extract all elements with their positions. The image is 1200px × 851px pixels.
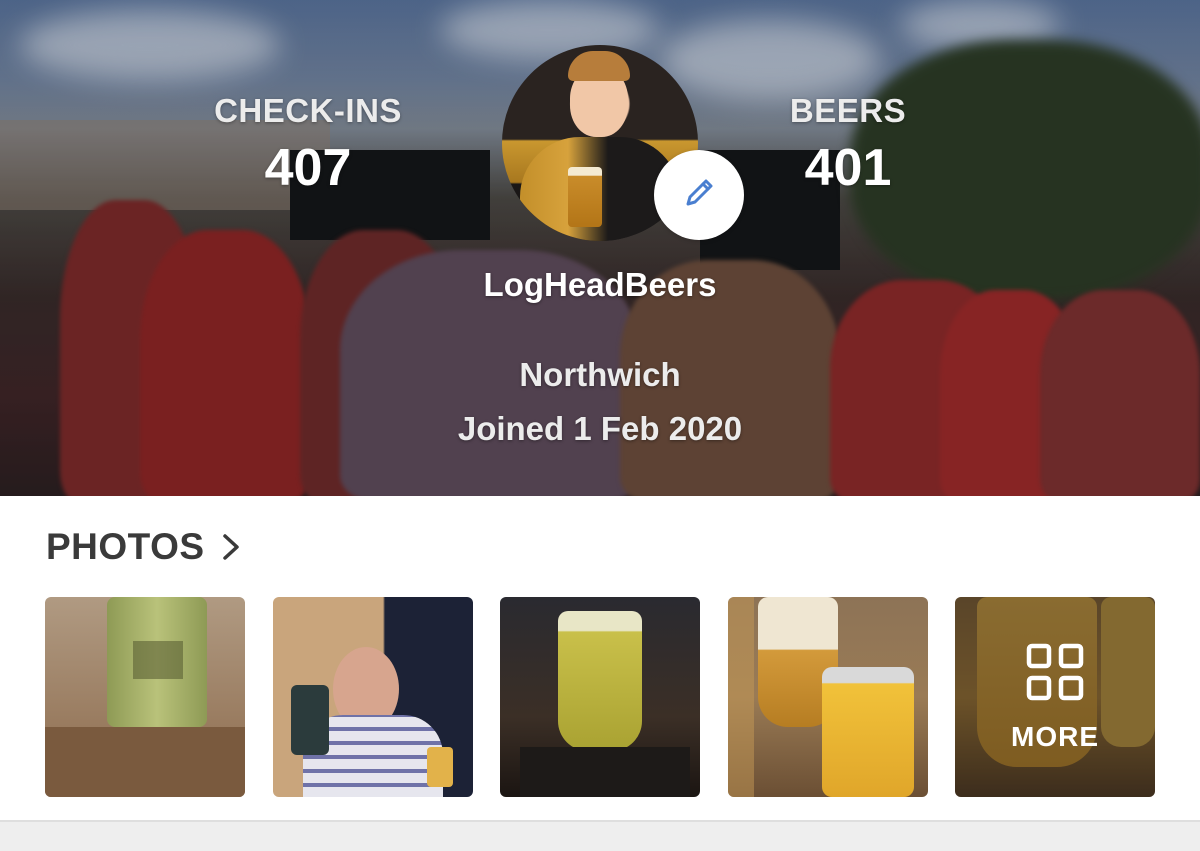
checkins-count: 407 xyxy=(264,139,352,197)
more-label: MORE xyxy=(1011,720,1099,752)
beers-stat[interactable]: BEERS 401 xyxy=(736,92,960,198)
checkins-label: CHECK-INS xyxy=(214,92,402,129)
photo-thumbnail[interactable] xyxy=(500,597,700,797)
photo-thumbnail[interactable] xyxy=(45,597,245,797)
more-photos-button[interactable]: MORE xyxy=(955,597,1155,797)
checkins-stat[interactable]: CHECK-INS 407 xyxy=(188,92,428,198)
grid-icon xyxy=(1025,642,1085,707)
photo-strip: MORE xyxy=(45,597,1157,797)
photo-thumbnail[interactable] xyxy=(273,597,473,797)
photos-title: PHOTOS xyxy=(46,526,205,567)
profile-header-background: CHECK-INS 407 BEERS 401 LogHeadBeers Nor… xyxy=(0,0,1200,496)
photos-section-link[interactable]: PHOTOS xyxy=(46,524,241,570)
chevron-right-icon xyxy=(221,533,241,561)
beers-count: 401 xyxy=(804,139,892,197)
join-date: Joined 1 Feb 2020 xyxy=(457,410,743,447)
pencil-icon xyxy=(679,173,719,218)
beers-label: BEERS xyxy=(789,92,907,129)
photo-thumbnail[interactable] xyxy=(728,597,928,797)
user-location: Northwich xyxy=(519,356,681,393)
edit-profile-button[interactable] xyxy=(654,150,744,240)
section-divider xyxy=(0,820,1200,851)
username: LogHeadBeers xyxy=(483,266,717,303)
